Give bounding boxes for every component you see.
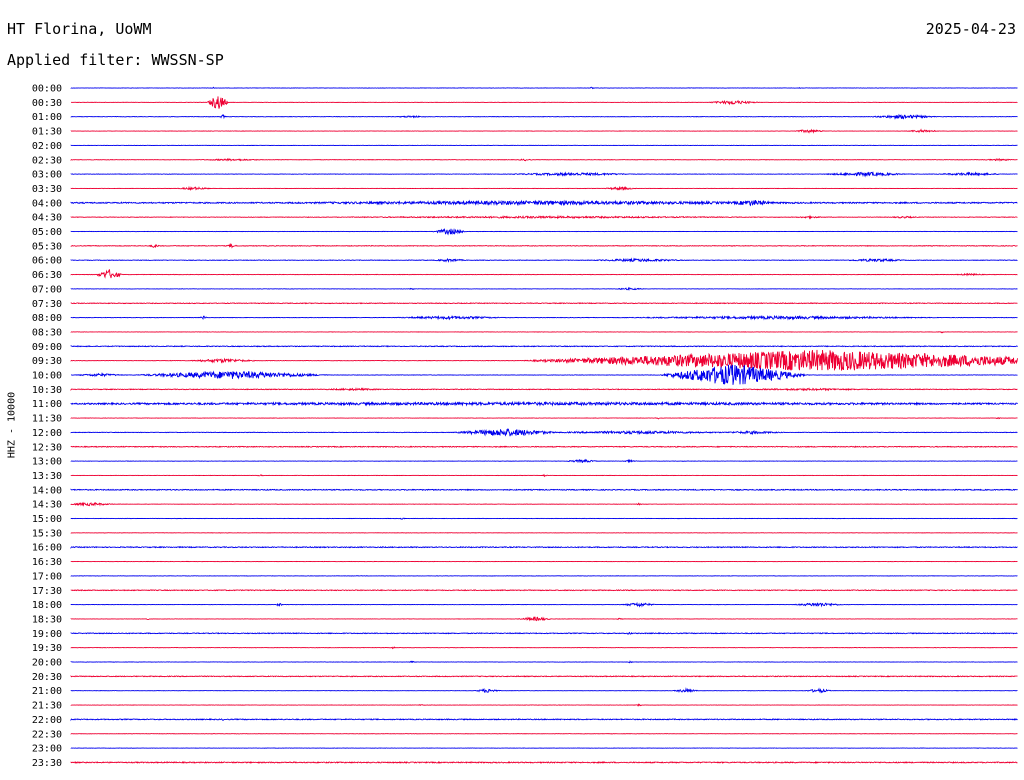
time-label: 17:00 bbox=[32, 571, 62, 582]
time-label: 04:30 bbox=[32, 213, 62, 224]
time-label: 11:00 bbox=[32, 399, 62, 410]
trace-line bbox=[70, 228, 1018, 236]
trace-line bbox=[70, 157, 1018, 162]
time-label: 00:30 bbox=[32, 98, 62, 109]
time-label: 20:00 bbox=[32, 658, 62, 669]
time-label: 19:30 bbox=[32, 643, 62, 654]
time-label: 23:00 bbox=[32, 744, 62, 755]
trace-line bbox=[70, 349, 1018, 371]
trace-line bbox=[70, 268, 1018, 279]
trace-line bbox=[70, 445, 1018, 448]
trace-line bbox=[70, 185, 1018, 191]
time-label: 13:00 bbox=[32, 457, 62, 468]
trace-line bbox=[70, 631, 1018, 635]
trace-line bbox=[70, 687, 1018, 694]
time-label: 18:00 bbox=[32, 600, 62, 611]
trace-line bbox=[70, 243, 1018, 249]
trace-line bbox=[70, 488, 1018, 492]
trace-line bbox=[70, 675, 1018, 678]
trace-line bbox=[70, 589, 1018, 592]
time-label: 21:00 bbox=[32, 686, 62, 697]
time-label: 03:30 bbox=[32, 184, 62, 195]
time-label: 15:30 bbox=[32, 528, 62, 539]
trace-line bbox=[70, 601, 1018, 608]
trace-line bbox=[70, 257, 1018, 263]
trace-line bbox=[70, 703, 1018, 707]
trace-line bbox=[70, 427, 1018, 437]
trace-line bbox=[70, 501, 1018, 507]
time-label: 05:30 bbox=[32, 241, 62, 252]
trace-line bbox=[70, 314, 1018, 321]
time-label: 08:30 bbox=[32, 327, 62, 338]
trace-line bbox=[70, 286, 1018, 292]
time-label: 22:30 bbox=[32, 729, 62, 740]
trace-line bbox=[70, 331, 1018, 334]
trace-line bbox=[70, 458, 1018, 464]
time-label: 01:30 bbox=[32, 127, 62, 138]
time-label: 20:30 bbox=[32, 672, 62, 683]
time-label: 19:00 bbox=[32, 629, 62, 640]
time-label: 12:00 bbox=[32, 428, 62, 439]
time-label: 16:30 bbox=[32, 557, 62, 568]
trace-line bbox=[70, 718, 1018, 722]
trace-line bbox=[70, 214, 1018, 220]
seismogram-traces: 00:00 00:30 01:00 01:30 02:00 02:30 03:00 03:30… bbox=[32, 84, 1018, 769]
time-label: 17:30 bbox=[32, 586, 62, 597]
time-label: 05:00 bbox=[32, 227, 62, 238]
time-label: 09:30 bbox=[32, 356, 62, 367]
trace-line bbox=[70, 387, 1018, 392]
trace-line bbox=[70, 761, 1018, 764]
trace-line bbox=[70, 199, 1018, 207]
trace-line bbox=[70, 473, 1018, 478]
trace-line bbox=[70, 302, 1018, 305]
time-label: 00:00 bbox=[32, 84, 62, 95]
time-label: 22:00 bbox=[32, 715, 62, 726]
time-label: 21:30 bbox=[32, 701, 62, 712]
trace-line bbox=[70, 417, 1018, 420]
time-label: 23:30 bbox=[32, 758, 62, 769]
time-label: 09:00 bbox=[32, 342, 62, 353]
trace-line bbox=[70, 660, 1018, 664]
time-label: 06:00 bbox=[32, 256, 62, 267]
time-label: 15:00 bbox=[32, 514, 62, 525]
time-label: 06:30 bbox=[32, 270, 62, 281]
time-label: 16:00 bbox=[32, 543, 62, 554]
time-label: 10:00 bbox=[32, 371, 62, 382]
trace-line bbox=[70, 128, 1018, 134]
time-label: 01:00 bbox=[32, 112, 62, 123]
time-label: 14:30 bbox=[32, 500, 62, 511]
time-label: 07:30 bbox=[32, 299, 62, 310]
trace-line bbox=[70, 171, 1018, 178]
time-label: 12:30 bbox=[32, 442, 62, 453]
time-label: 18:30 bbox=[32, 614, 62, 625]
trace-line bbox=[70, 113, 1018, 120]
time-label: 10:30 bbox=[32, 385, 62, 396]
trace-line bbox=[70, 345, 1018, 348]
trace-line bbox=[70, 96, 1018, 109]
time-label: 14:00 bbox=[32, 485, 62, 496]
time-label: 13:30 bbox=[32, 471, 62, 482]
trace-line bbox=[70, 400, 1018, 407]
time-label: 08:00 bbox=[32, 313, 62, 324]
trace-line bbox=[70, 646, 1018, 650]
time-label: 03:00 bbox=[32, 170, 62, 181]
time-label: 07:00 bbox=[32, 284, 62, 295]
time-label: 02:00 bbox=[32, 141, 62, 152]
trace-line bbox=[70, 517, 1018, 520]
trace-line bbox=[70, 616, 1018, 622]
time-label: 11:30 bbox=[32, 414, 62, 425]
trace-line bbox=[70, 86, 1018, 90]
time-label: 02:30 bbox=[32, 155, 62, 166]
trace-line bbox=[70, 545, 1018, 550]
time-label: 04:00 bbox=[32, 198, 62, 209]
